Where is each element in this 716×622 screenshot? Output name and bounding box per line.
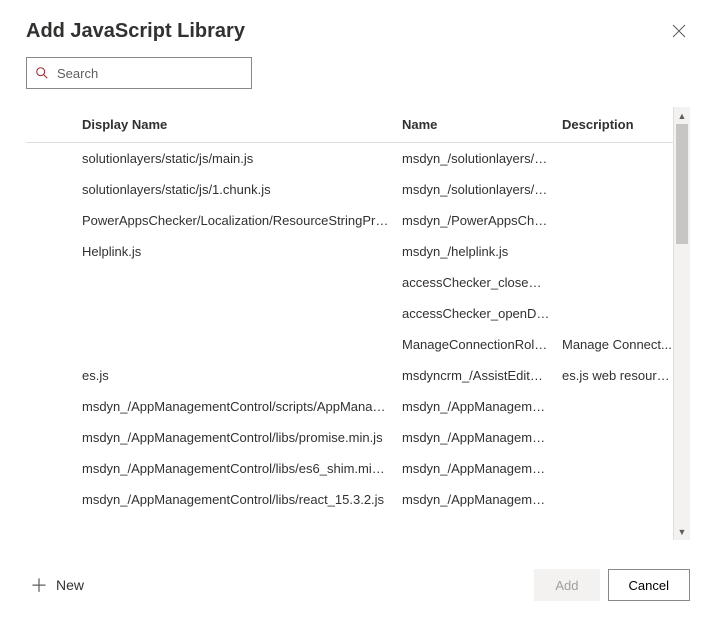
table: Display Name Name Description solutionla…: [26, 107, 673, 540]
table-row[interactable]: es.jsmsdyncrm_/AssistEditCon...es.js web…: [26, 360, 673, 391]
plus-icon: ＋: [30, 572, 48, 598]
cell-display-name: msdyn_/AppManagementControl/scripts/AppM…: [82, 399, 402, 414]
search-input[interactable]: [55, 65, 243, 82]
dialog-header: Add JavaScript Library: [26, 20, 690, 57]
scroll-track[interactable]: [674, 124, 690, 523]
cell-name: msdyncrm_/AssistEditCon...: [402, 368, 562, 383]
table-row[interactable]: msdyn_/AppManagementControl/libs/promise…: [26, 422, 673, 453]
cell-name: msdyn_/helplink.js: [402, 244, 562, 259]
table-row[interactable]: ManageConnectionRoles...Manage Connect..…: [26, 329, 673, 360]
close-button[interactable]: [668, 20, 690, 46]
cell-display-name: solutionlayers/static/js/1.chunk.js: [82, 182, 402, 197]
scroll-down-icon[interactable]: ▼: [674, 523, 691, 540]
cell-display-name: msdyn_/AppManagementControl/libs/react_1…: [82, 492, 402, 507]
dialog-footer: ＋ New Add Cancel: [26, 552, 690, 622]
cell-name: ManageConnectionRoles...: [402, 337, 562, 352]
cell-display-name: PowerAppsChecker/Localization/ResourceSt…: [82, 213, 402, 228]
new-button[interactable]: ＋ New: [26, 566, 88, 604]
cell-name: accessChecker_openDialo...: [402, 306, 562, 321]
cell-name: msdyn_/AppManagement...: [402, 492, 562, 507]
table-area: Display Name Name Description solutionla…: [26, 107, 690, 540]
cell-description: Manage Connect...: [562, 337, 673, 352]
col-description[interactable]: Description: [562, 117, 673, 132]
table-row[interactable]: accessChecker_closeDialo...: [26, 267, 673, 298]
scrollbar[interactable]: ▲ ▼: [673, 107, 690, 540]
col-select: [26, 117, 82, 132]
cell-display-name: es.js: [82, 368, 402, 383]
cell-name: msdyn_/AppManagement...: [402, 399, 562, 414]
cell-name: accessChecker_closeDialo...: [402, 275, 562, 290]
table-row[interactable]: msdyn_/AppManagementControl/scripts/AppM…: [26, 391, 673, 422]
table-row[interactable]: PowerAppsChecker/Localization/ResourceSt…: [26, 205, 673, 236]
new-label: New: [56, 577, 84, 593]
cell-name: msdyn_/solutionlayers/sta...: [402, 151, 562, 166]
cell-name: msdyn_/AppManagement...: [402, 461, 562, 476]
dialog: Add JavaScript Library Display Name Name…: [0, 0, 716, 622]
search-icon: [35, 66, 49, 80]
cell-display-name: msdyn_/AppManagementControl/libs/promise…: [82, 430, 402, 445]
table-row[interactable]: msdyn_/AppManagementControl/libs/react_1…: [26, 484, 673, 515]
col-name[interactable]: Name: [402, 117, 562, 132]
cell-display-name: solutionlayers/static/js/main.js: [82, 151, 402, 166]
cell-name: msdyn_/solutionlayers/sta...: [402, 182, 562, 197]
cell-display-name: msdyn_/AppManagementControl/libs/es6_shi…: [82, 461, 402, 476]
table-row[interactable]: solutionlayers/static/js/1.chunk.jsmsdyn…: [26, 174, 673, 205]
table-row[interactable]: solutionlayers/static/js/main.jsmsdyn_/s…: [26, 143, 673, 174]
table-header: Display Name Name Description: [26, 107, 673, 143]
table-body: solutionlayers/static/js/main.jsmsdyn_/s…: [26, 143, 673, 515]
close-icon: [672, 25, 686, 42]
cell-description: es.js web resource.: [562, 368, 673, 383]
table-row[interactable]: Helplink.jsmsdyn_/helplink.js: [26, 236, 673, 267]
cell-name: msdyn_/AppManagement...: [402, 430, 562, 445]
add-button: Add: [534, 569, 599, 601]
search-box[interactable]: [26, 57, 252, 89]
cell-display-name: Helplink.js: [82, 244, 402, 259]
scroll-up-icon[interactable]: ▲: [674, 107, 691, 124]
footer-actions: Add Cancel: [534, 569, 690, 601]
cancel-button[interactable]: Cancel: [608, 569, 690, 601]
dialog-title: Add JavaScript Library: [26, 20, 245, 43]
cell-name: msdyn_/PowerAppsCheck...: [402, 213, 562, 228]
scroll-thumb[interactable]: [676, 124, 688, 244]
col-display-name[interactable]: Display Name: [82, 117, 402, 132]
table-row[interactable]: accessChecker_openDialo...: [26, 298, 673, 329]
table-row[interactable]: msdyn_/AppManagementControl/libs/es6_shi…: [26, 453, 673, 484]
